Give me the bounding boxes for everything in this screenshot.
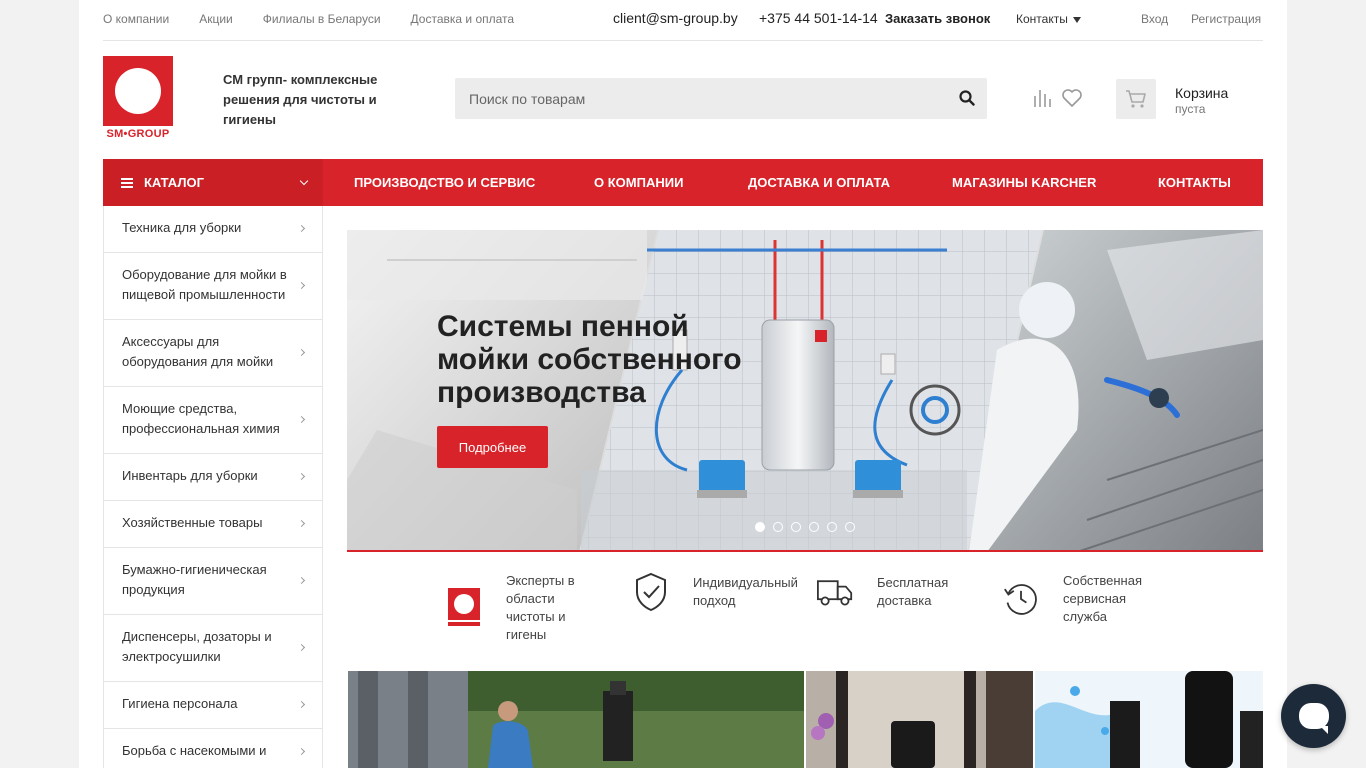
truck-icon: [817, 572, 853, 612]
chevron-down-icon: [299, 176, 309, 186]
chevron-right-icon: [297, 576, 306, 585]
heart-icon[interactable]: [1061, 88, 1083, 108]
sidebar-item-label: Борьба с насекомыми и: [122, 743, 267, 758]
promo-tile-dispensers[interactable]: [806, 671, 1033, 768]
logo-mark: [103, 56, 173, 126]
cart-button[interactable]: [1116, 79, 1156, 119]
catalog-button[interactable]: КАТАЛОГ: [103, 159, 323, 206]
chevron-right-icon: [297, 415, 306, 424]
slider-dot[interactable]: [809, 522, 819, 532]
sidebar-item-label: Инвентарь для уборки: [122, 468, 258, 483]
sidebar-item-cleaning-tools[interactable]: Инвентарь для уборки: [104, 454, 322, 501]
chevron-right-icon: [297, 643, 306, 652]
sidebar-item-label: Хозяйственные товары: [122, 515, 263, 530]
sidebar-item-detergents[interactable]: Моющие средства, профессиональная химия: [104, 387, 322, 454]
register-link[interactable]: Регистрация: [1191, 12, 1261, 26]
cart-title[interactable]: Корзина: [1175, 85, 1228, 101]
menu-icon: [121, 177, 133, 188]
chevron-right-icon: [297, 519, 306, 528]
sidebar-item-food-washing[interactable]: Оборудование для мойки в пищевой промышл…: [104, 253, 322, 320]
shield-check-icon: [633, 572, 669, 612]
feature-service: Собственная сервисная служба: [1003, 572, 1153, 626]
chevron-right-icon: [297, 281, 306, 290]
login-link[interactable]: Вход: [1141, 12, 1168, 26]
nav-contacts[interactable]: КОНТАКТЫ: [1158, 175, 1231, 190]
sidebar-item-dispensers[interactable]: Диспенсеры, дозаторы и электросушилки: [104, 615, 322, 682]
catalog-label: КАТАЛОГ: [144, 175, 204, 190]
catalog-sidebar: Техника для уборки Оборудование для мойк…: [103, 206, 323, 768]
search-icon[interactable]: [959, 90, 975, 106]
slider-dot[interactable]: [791, 522, 801, 532]
compare-icon[interactable]: [1033, 88, 1053, 108]
sidebar-item-label: Моющие средства, профессиональная химия: [122, 401, 280, 436]
promo-tile-chemicals[interactable]: [1035, 671, 1263, 768]
nav-karcher-stores[interactable]: МАГАЗИНЫ KARCHER: [952, 175, 1096, 190]
slider-dot[interactable]: [827, 522, 837, 532]
chevron-right-icon: [297, 700, 306, 709]
main-nav: КАТАЛОГ ПРОИЗВОДСТВО И СЕРВИС О КОМПАНИИ…: [103, 159, 1263, 206]
promo-image: [1035, 671, 1263, 768]
sm-group-logo-icon: [446, 588, 482, 628]
top-link-about[interactable]: О компании: [103, 12, 169, 26]
chevron-right-icon: [297, 472, 306, 481]
feature-delivery: Бесплатная доставка: [817, 572, 967, 612]
nav-delivery[interactable]: ДОСТАВКА И ОПЛАТА: [748, 175, 890, 190]
top-link-branches[interactable]: Филиалы в Беларуси: [263, 12, 381, 26]
sidebar-item-washing-accessories[interactable]: Аксессуары для оборудования для мойки: [104, 320, 322, 387]
clock-history-icon: [1003, 579, 1039, 619]
top-links: О компании Акции Филиалы в Беларуси Дост…: [103, 12, 544, 26]
chat-widget-button[interactable]: [1281, 684, 1346, 748]
caret-down-icon: [1072, 16, 1081, 23]
banner-title: Системы пенной мойки собственного произв…: [437, 310, 742, 409]
top-bar: О компании Акции Филиалы в Беларуси Дост…: [103, 0, 1263, 41]
promo-image: [348, 671, 804, 768]
feature-text: Собственная сервисная служба: [1063, 573, 1142, 624]
sidebar-item-label: Диспенсеры, дозаторы и электросушилки: [122, 629, 272, 664]
chevron-right-icon: [297, 224, 306, 233]
search-input[interactable]: [455, 78, 925, 119]
sidebar-item-label: Оборудование для мойки в пищевой промышл…: [122, 267, 287, 302]
feature-individual: Индивидуальный подход: [633, 572, 808, 612]
chat-bubble-icon: [1298, 703, 1329, 734]
hero-banner[interactable]: Системы пенной мойки собственного произв…: [347, 230, 1263, 552]
request-callback-link[interactable]: Заказать звонок: [885, 11, 990, 26]
slider-dot[interactable]: [773, 522, 783, 532]
logo-text: SM•GROUP: [106, 128, 170, 140]
slider-dots: [755, 522, 855, 532]
sidebar-item-label: Бумажно-гигиеническая продукция: [122, 562, 267, 597]
top-link-promotions[interactable]: Акции: [199, 12, 233, 26]
promo-tile-karcher[interactable]: [348, 671, 804, 768]
feature-text: Бесплатная доставка: [877, 575, 949, 608]
promo-image: [806, 671, 1033, 768]
cart-status: пуста: [1175, 102, 1206, 116]
sidebar-item-label: Аксессуары для оборудования для мойки: [122, 334, 274, 369]
sidebar-item-label: Гигиена персонала: [122, 696, 238, 711]
feature-text: Индивидуальный подход: [693, 575, 798, 608]
sidebar-item-household-goods[interactable]: Хозяйственные товары: [104, 501, 322, 548]
contacts-dropdown[interactable]: Контакты: [1016, 12, 1081, 26]
site-tagline: СМ групп- комплексные решения для чистот…: [223, 72, 378, 127]
slider-dot[interactable]: [755, 522, 765, 532]
contacts-dropdown-label: Контакты: [1016, 12, 1068, 26]
contact-email[interactable]: client@sm-group.by: [613, 10, 738, 26]
contact-phone[interactable]: +375 44 501-14-14: [759, 10, 878, 26]
sidebar-item-personal-hygiene[interactable]: Гигиена персонала: [104, 682, 322, 729]
sidebar-item-pest-control[interactable]: Борьба с насекомыми и: [104, 729, 322, 768]
chevron-right-icon: [297, 747, 306, 756]
banner-more-button[interactable]: Подробнее: [437, 426, 548, 468]
chevron-right-icon: [297, 348, 306, 357]
search-box: [455, 78, 987, 119]
slider-dot[interactable]: [845, 522, 855, 532]
cart-icon: [1126, 90, 1146, 108]
sidebar-item-paper-hygiene[interactable]: Бумажно-гигиеническая продукция: [104, 548, 322, 615]
nav-about[interactable]: О КОМПАНИИ: [594, 175, 683, 190]
sidebar-item-label: Техника для уборки: [122, 220, 242, 235]
site-logo[interactable]: SM•GROUP: [103, 56, 173, 140]
feature-experts: Эксперты в области чистоты и гигены: [446, 572, 586, 644]
nav-production-service[interactable]: ПРОИЗВОДСТВО И СЕРВИС: [354, 175, 535, 190]
top-link-delivery[interactable]: Доставка и оплата: [411, 12, 515, 26]
sidebar-item-cleaning-equipment[interactable]: Техника для уборки: [104, 206, 322, 253]
feature-text: Эксперты в области чистоты и гигены: [506, 573, 575, 642]
page-container: О компании Акции Филиалы в Беларуси Дост…: [79, 0, 1287, 768]
